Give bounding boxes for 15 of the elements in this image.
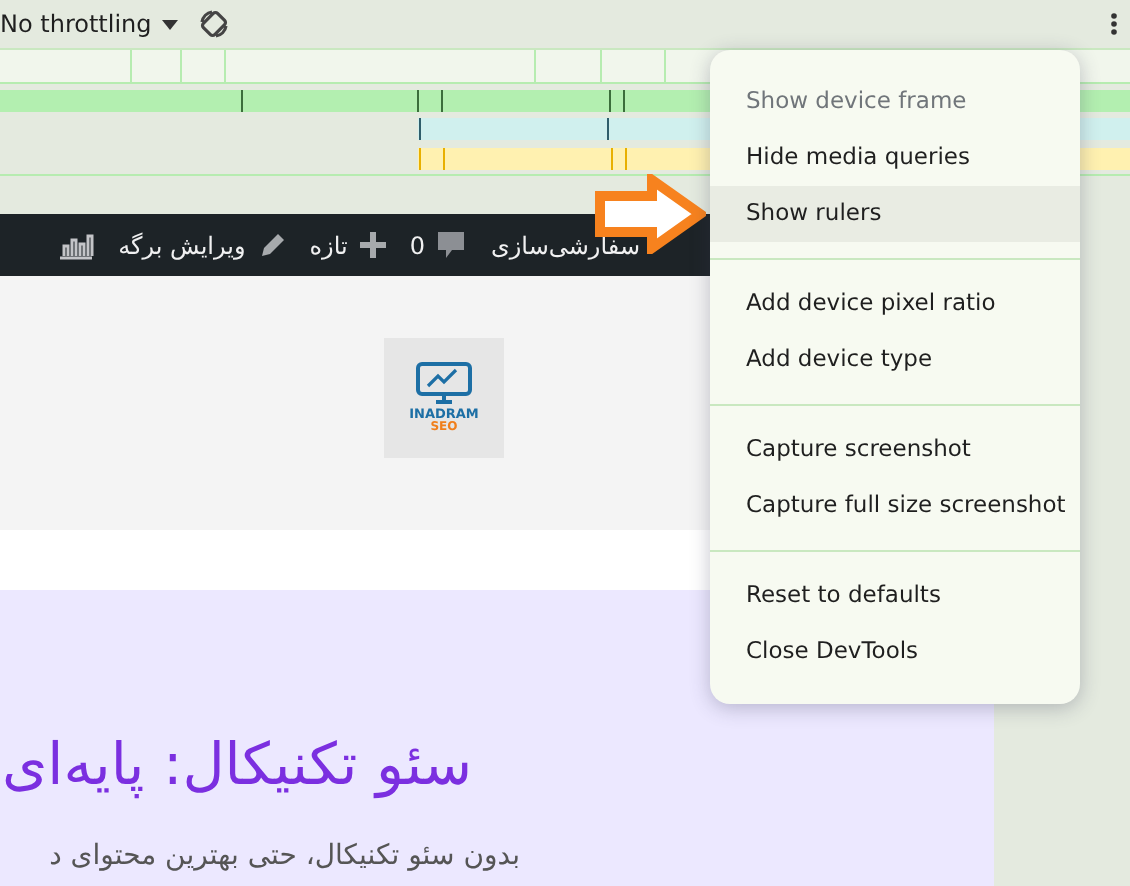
menu-item[interactable]: Show rulers [710, 186, 1080, 242]
menu-item[interactable]: Add device type [710, 332, 1080, 388]
hero-text: بدون سئو تکنیکال، حتی بهترین محتوای د [47, 837, 520, 876]
admin-bar-link[interactable]: تازه [309, 227, 348, 263]
menu-item[interactable]: Capture full size screenshot [710, 478, 1080, 534]
admin-bar-link[interactable]: ویرایش برگه [118, 227, 246, 263]
comment-count[interactable]: 0 [409, 227, 425, 263]
menu-item[interactable]: Capture screenshot [710, 422, 1080, 478]
menu-item[interactable]: Add device pixel ratio [710, 276, 1080, 332]
menu-item[interactable]: Reset to defaults [710, 568, 1080, 624]
menu-item[interactable]: Close DevTools [710, 624, 1080, 680]
throttling-dropdown[interactable]: No throttling [0, 6, 186, 42]
admin-bar-link[interactable]: سفارشی‌سازی [490, 227, 640, 263]
hero-heading: سئو تکنیکال: پایه‌ای [0, 730, 472, 800]
menu-item[interactable]: Hide media queries [710, 130, 1080, 186]
